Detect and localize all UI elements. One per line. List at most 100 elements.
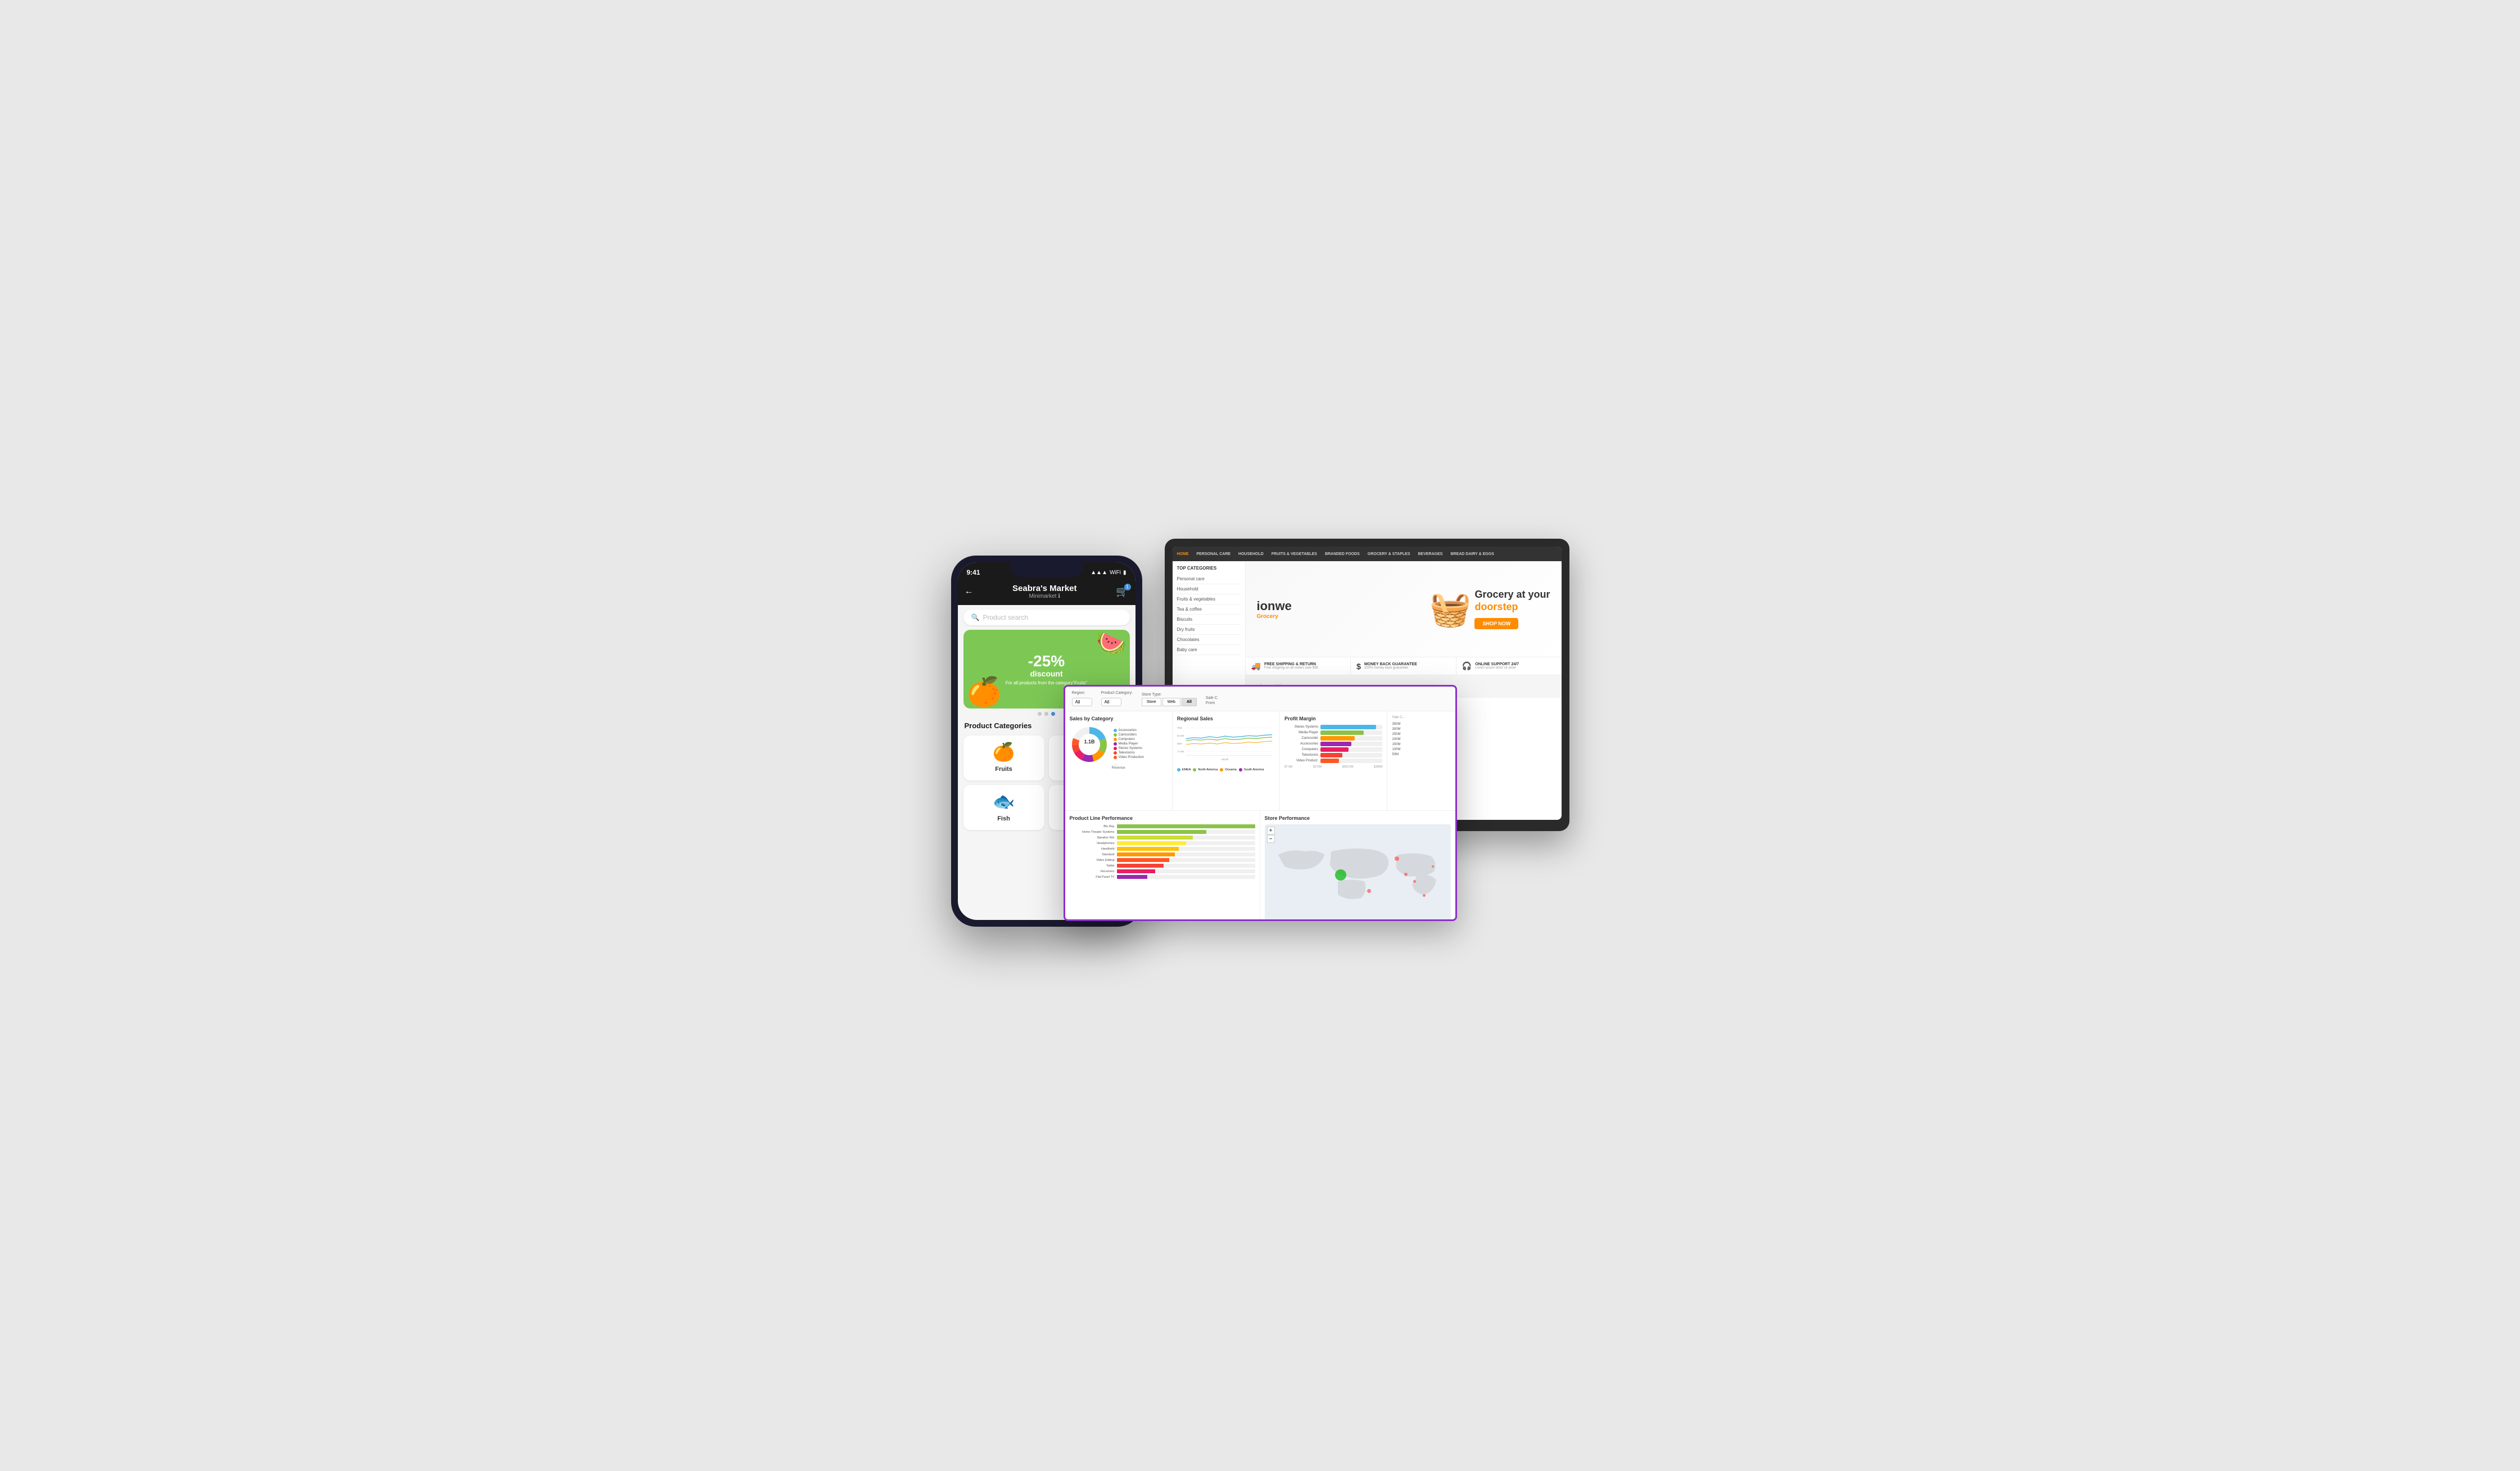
dashboard-panel: Region: All Product Category: All Store … [1064, 685, 1457, 921]
dot-1[interactable] [1038, 712, 1042, 716]
store-type-toggle: Store Web All [1142, 698, 1197, 706]
region-filter: Region: All [1072, 691, 1092, 706]
profit-margin-panel: Profit Margin Stereo Systems Media Playe… [1280, 711, 1387, 810]
nav-home[interactable]: HOME [1177, 552, 1189, 556]
phone-notch [1010, 562, 1083, 577]
store-type-filter: Store Type: Store Web All [1142, 693, 1197, 706]
product-line-title: Product Line Performance [1070, 815, 1255, 821]
discount-label: discount [1006, 669, 1087, 678]
shop-now-button[interactable]: SHOP NOW [1474, 618, 1518, 629]
nav-beverages[interactable]: BEVERAGES [1418, 552, 1443, 556]
store-performance-title: Store Performance [1265, 815, 1451, 821]
feature-shipping-text: FREE SHIPPING & RETURN Free shipping on … [1264, 662, 1318, 670]
search-bar[interactable]: 🔍 Product search [963, 610, 1130, 625]
grocery-hero: ionwe Grocery 🧺 Grocery at your doorstep… [1246, 561, 1562, 657]
sidebar-baby-care[interactable]: Baby care [1177, 645, 1241, 655]
product-category-select[interactable]: All [1101, 698, 1121, 706]
feature-support-text: ONLINE SUPPORT 24/7 Lorem ipsum dolor si… [1475, 662, 1519, 670]
store-btn[interactable]: Store [1142, 698, 1161, 706]
fruit-left-decoration: 🍊 [967, 675, 1002, 709]
all-btn[interactable]: All [1182, 698, 1197, 706]
feature-money-text: MONEY BACK GUARANTEE 100% money back gua… [1364, 662, 1417, 670]
feature-money-back: $ MONEY BACK GUARANTEE 100% money back g… [1351, 657, 1456, 675]
cart-count: 1 [1124, 584, 1131, 590]
donut-svg: 1.1B [1070, 725, 1109, 764]
from-label: From [1206, 701, 1218, 705]
map-dot-2 [1404, 873, 1408, 876]
grocery-nav: HOME PERSONAL CARE HOUSEHOLD FRUITS & VE… [1173, 547, 1562, 561]
dot-2[interactable] [1044, 712, 1048, 716]
shipping-icon: 🚚 [1251, 661, 1261, 671]
sale-filter: Sale C From [1206, 696, 1218, 706]
region-select[interactable]: All [1072, 698, 1092, 706]
money-back-icon: $ [1356, 662, 1361, 671]
search-icon: 🔍 [971, 613, 980, 621]
regional-sales-title: Regional Sales [1177, 716, 1275, 721]
y-label-35m: 35M [1177, 742, 1182, 745]
fish-label: Fish [997, 815, 1010, 822]
map-dot-5 [1423, 894, 1426, 897]
status-icons: ▲▲▲ WiFi ▮ [1091, 570, 1126, 576]
fruit-right-decoration: 🍉 [1098, 630, 1126, 656]
store-name: Seabra's Market [978, 584, 1112, 593]
logo-group: ionwe Grocery [1257, 599, 1292, 620]
nav-fruits[interactable]: FRUITS & VEGETABLES [1272, 552, 1317, 556]
cart-button[interactable]: 🛒 1 [1116, 586, 1128, 598]
banner-text: -25% discount For all products from the … [1006, 653, 1087, 685]
donut-center-value: 1.1B [1084, 739, 1095, 744]
store-performance-map: + − [1265, 824, 1451, 921]
sidebar-household[interactable]: Household [1177, 584, 1241, 594]
product-category-filter: Product Category: All [1101, 691, 1133, 706]
regional-legend: EMEA North America Oceania South America [1177, 768, 1275, 773]
nav-household[interactable]: HOUSEHOLD [1238, 552, 1264, 556]
x-axis-label: Month [1221, 758, 1229, 761]
partial-panel: Sale C... 350M 300M 250M 200M 150M 100M … [1387, 711, 1455, 810]
info-icon[interactable]: ℹ [1058, 593, 1060, 599]
fruits-label: Fruits [995, 766, 1012, 773]
world-map-svg [1265, 824, 1451, 921]
nav-personal-care[interactable]: PERSONAL CARE [1197, 552, 1231, 556]
product-line-panel: Product Line Performance Blu Ray Home Th… [1065, 811, 1260, 921]
map-dot-4 [1367, 889, 1371, 893]
phone-header: ← Seabra's Market Minimarket ℹ 🛒 1 [958, 580, 1135, 605]
battery-icon: ▮ [1123, 570, 1126, 576]
revenue-x-label: Revenue [1070, 766, 1168, 770]
nav-branded[interactable]: BRANDED FOODS [1325, 552, 1360, 556]
region-label: Region: [1072, 691, 1092, 695]
store-type-label: Store Type: [1142, 693, 1197, 697]
feature-support: 🎧 ONLINE SUPPORT 24/7 Lorem ipsum dolor … [1456, 657, 1562, 675]
sidebar-tea[interactable]: Tea & coffee [1177, 604, 1241, 615]
category-fruits[interactable]: 🍊 Fruits [963, 736, 1044, 780]
category-fish[interactable]: 🐟 Fish [963, 785, 1044, 830]
sidebar-dry-fruits[interactable]: Dry fruits [1177, 625, 1241, 635]
dashboard-filters: Region: All Product Category: All Store … [1065, 687, 1455, 711]
store-performance-panel: Store Performance + − [1260, 811, 1455, 921]
profit-x-labels: $7.5M $175M $262.5M $350M [1284, 765, 1382, 769]
nav-bread[interactable]: BREAD DAIRY & EGGS [1450, 552, 1494, 556]
brand-subtitle: Grocery [1257, 613, 1292, 620]
web-btn[interactable]: Web [1162, 698, 1180, 706]
hero-tagline: Grocery at your doorstep [1474, 589, 1550, 613]
status-time: 9:41 [967, 568, 980, 576]
scene: 9:41 ▲▲▲ WiFi ▮ ← Seabra's Market Minima… [951, 556, 1569, 915]
signal-icon: ▲▲▲ [1091, 570, 1107, 576]
dashboard-bottom: Product Line Performance Blu Ray Home Th… [1065, 811, 1455, 921]
categories-title: Product Categories [965, 721, 1032, 730]
partial-label: Sale C... [1392, 716, 1450, 719]
store-title-group: Seabra's Market Minimarket ℹ [978, 584, 1112, 599]
dot-3-active[interactable] [1051, 712, 1055, 716]
charts-row: Sales by Category 1.1B [1065, 711, 1455, 811]
sidebar-biscuits[interactable]: Biscuits [1177, 615, 1241, 625]
back-button[interactable]: ← [965, 586, 974, 597]
y-label-70m: 70M [1177, 727, 1182, 729]
sidebar-personal-care[interactable]: Personal care [1177, 574, 1241, 584]
fruits-icon: 🍊 [993, 741, 1015, 762]
sidebar-chocolates[interactable]: Chocolates [1177, 635, 1241, 645]
sidebar-fruits-veg[interactable]: Fruits & vegetables [1177, 594, 1241, 604]
product-line-bars: Blu Ray Home Theater Systems Speaker Kit… [1070, 824, 1255, 879]
search-placeholder: Product search [983, 613, 1028, 621]
partial-numbers: 350M 300M 250M 200M 150M 100M 50M [1392, 723, 1450, 756]
y-label-17m: 17.5M [1177, 750, 1184, 753]
y-label-52m: 52.5M [1177, 734, 1184, 737]
nav-grocery[interactable]: GROCERY & STAPLES [1368, 552, 1410, 556]
